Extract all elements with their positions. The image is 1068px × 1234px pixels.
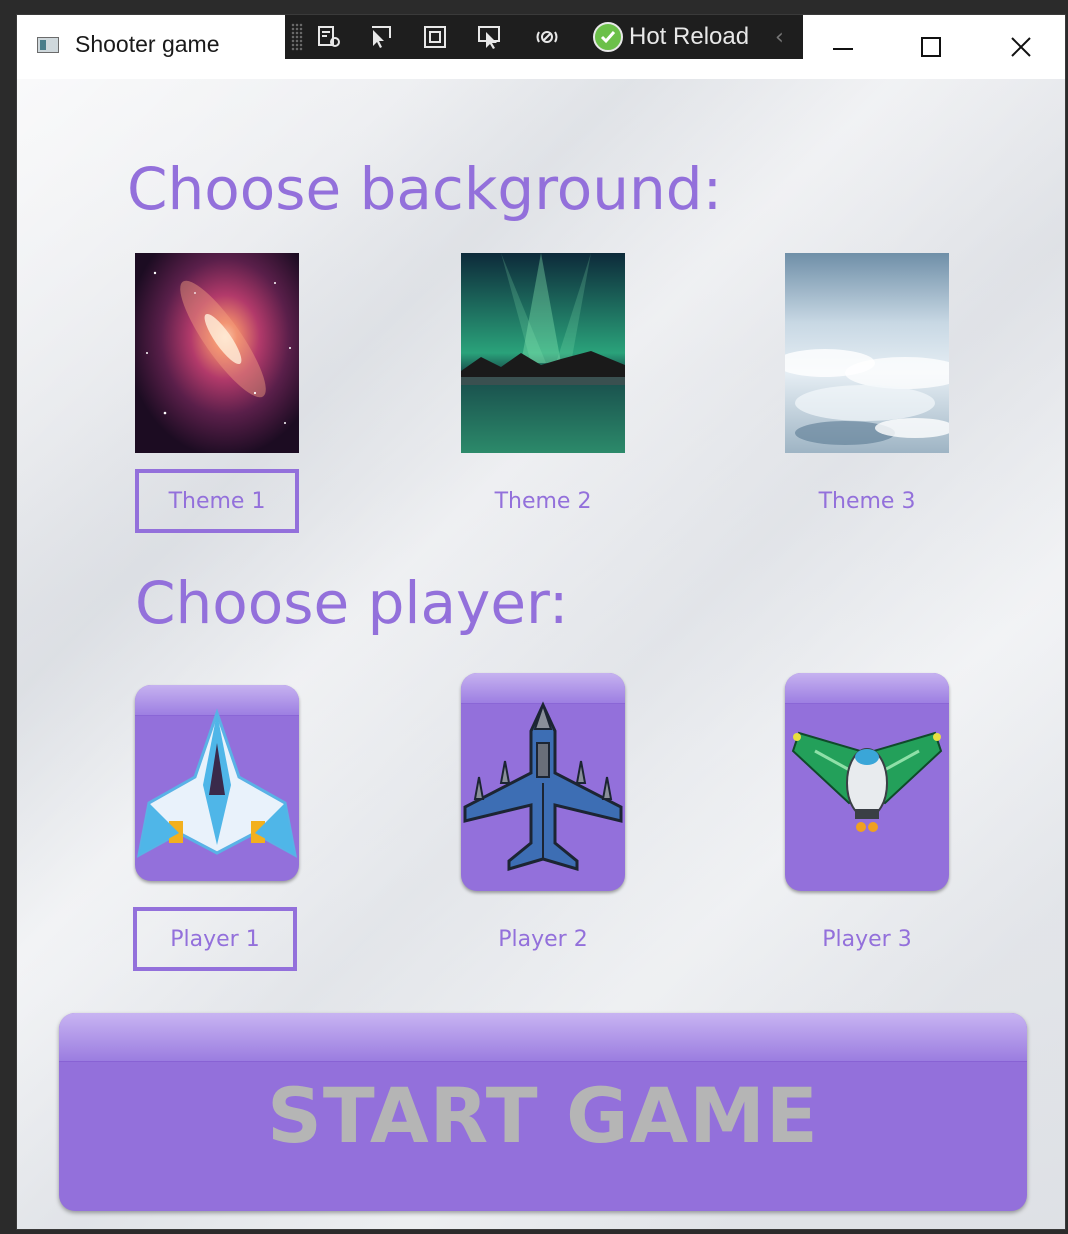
app-window: Shooter game Hot Reload ‹ Choose backgro… (16, 14, 1066, 1230)
window-title: Shooter game (75, 31, 220, 57)
hot-reload-label[interactable]: Hot Reload (629, 23, 749, 51)
display-layout-adorners-icon[interactable] (421, 23, 449, 51)
start-game-label: START GAME (267, 1071, 819, 1160)
binding-failures-icon[interactable] (533, 23, 561, 51)
toolbar-grip-icon[interactable] (291, 23, 303, 51)
player-2-option[interactable]: Player 2 (461, 907, 625, 971)
player-3-button[interactable] (785, 673, 949, 891)
app-icon (37, 37, 59, 53)
theme-2-image[interactable] (461, 253, 625, 453)
theme-3-image[interactable] (785, 253, 949, 453)
theme-2-option[interactable]: Theme 2 (461, 469, 625, 533)
player-1-button[interactable] (135, 685, 299, 881)
player-1-option[interactable]: Player 1 (133, 907, 297, 971)
live-visual-tree-icon[interactable] (315, 23, 343, 51)
minimize-button[interactable] (823, 31, 863, 63)
start-game-button[interactable]: START GAME (59, 1013, 1027, 1211)
main-content: Choose background: Theme 1 Theme 2 Theme… (17, 79, 1065, 1229)
background-heading: Choose background: (127, 155, 723, 223)
white-blue-spaceship-icon (136, 708, 298, 858)
blue-jet-fighter-icon (463, 701, 623, 872)
player-2-button[interactable] (461, 673, 625, 891)
close-icon (1011, 37, 1031, 57)
hot-reload-status-icon[interactable] (593, 22, 623, 52)
maximize-icon (921, 37, 941, 57)
title-bar[interactable]: Shooter game Hot Reload ‹ (17, 15, 1065, 79)
chevron-left-icon[interactable]: ‹ (775, 25, 784, 50)
theme-1-image[interactable] (135, 253, 299, 453)
minimize-icon (833, 48, 853, 50)
track-focused-element-icon[interactable] (475, 23, 503, 51)
green-winged-spaceship-icon (791, 731, 943, 832)
maximize-button[interactable] (911, 31, 951, 63)
debug-toolbar: Hot Reload ‹ (285, 15, 803, 59)
player-3-option[interactable]: Player 3 (785, 907, 949, 971)
close-button[interactable] (1001, 31, 1041, 63)
player-heading: Choose player: (135, 569, 569, 637)
theme-3-option[interactable]: Theme 3 (785, 469, 949, 533)
select-element-icon[interactable] (367, 23, 395, 51)
theme-1-option[interactable]: Theme 1 (135, 469, 299, 533)
